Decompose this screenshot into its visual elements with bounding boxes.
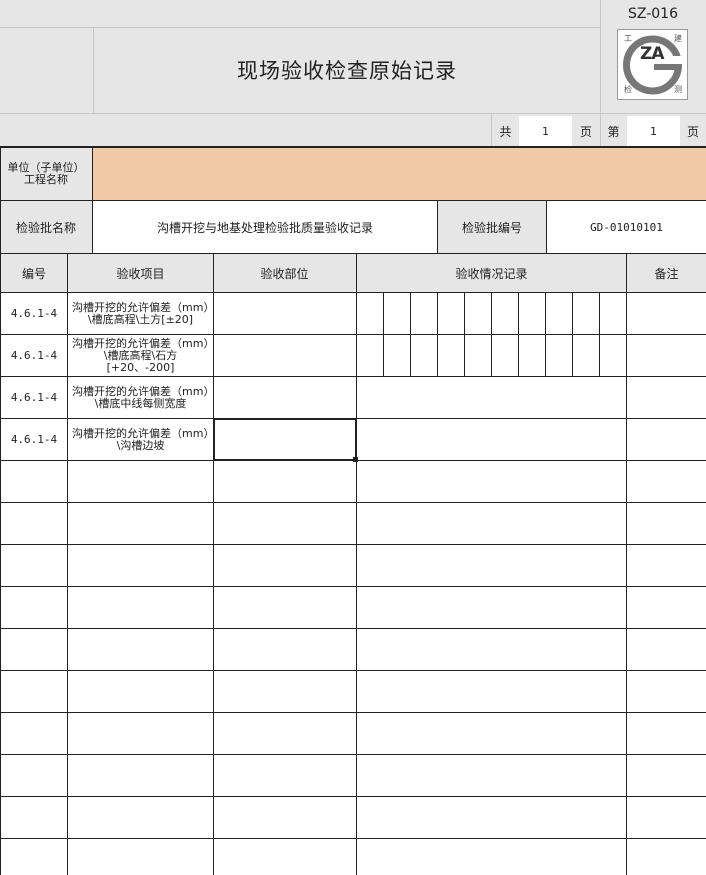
row-2-no: 4.6.1-4 [10, 349, 58, 362]
row-2-item: 沟槽开挖的允许偏差（mm）\槽底高程\石方[+20、-200] [72, 336, 209, 374]
col-header-item: 验收项目 [116, 266, 165, 281]
row-4-item: 沟槽开挖的允许偏差（mm）\沟槽边坡 [72, 426, 209, 452]
row-1-no: 4.6.1-4 [10, 307, 58, 320]
company-logo: ZA 工 建 检 测 [617, 29, 688, 100]
paging-current-field[interactable]: 1 [627, 116, 680, 146]
page-title: 现场验收检查原始记录 [237, 59, 457, 83]
logo-corner-tl: 工 [624, 34, 632, 43]
row-1-item: 沟槽开挖的允许偏差（mm）\槽底高程\土方[±20] [72, 300, 209, 326]
paging-unit-label-2: 页 [686, 124, 699, 139]
unit-name-field[interactable] [93, 148, 706, 200]
paging-unit-label-1: 页 [579, 124, 592, 139]
batch-no-value: GD-01010101 [590, 220, 663, 234]
row-3-location-cell[interactable] [214, 377, 356, 418]
col-header-no: 编号 [21, 266, 46, 281]
row-2-location-cell[interactable] [214, 335, 356, 376]
paging-total-field[interactable]: 1 [519, 116, 572, 146]
col-header-record: 验收情况记录 [455, 266, 528, 281]
paging-total-label: 共 [499, 124, 512, 139]
paging-current-label: 第 [607, 124, 620, 139]
batch-no-label: 检验批编号 [438, 201, 546, 253]
col-header-remark: 备注 [654, 266, 679, 281]
logo-corner-br: 测 [674, 85, 682, 94]
batch-name-label: 检验批名称 [0, 201, 92, 253]
col-header-location: 验收部位 [260, 266, 309, 281]
logo-corner-bl: 检 [624, 85, 632, 94]
row-1-location-cell[interactable] [214, 293, 356, 334]
row-4-location-cell-selected[interactable] [213, 418, 357, 461]
logo-corner-tr: 建 [674, 34, 682, 43]
row-3-item: 沟槽开挖的允许偏差（mm）\槽底中线每侧宽度 [72, 384, 209, 410]
row-4-no: 4.6.1-4 [10, 433, 58, 446]
logo-za-text: ZA [640, 44, 665, 64]
batch-name-value: 沟槽开挖与地基处理检验批质量验收记录 [156, 220, 373, 235]
row-3-no: 4.6.1-4 [10, 391, 58, 404]
form-code: SZ-016 [627, 5, 678, 22]
unit-name-label: 单位（子单位）工程名称 [0, 148, 92, 200]
